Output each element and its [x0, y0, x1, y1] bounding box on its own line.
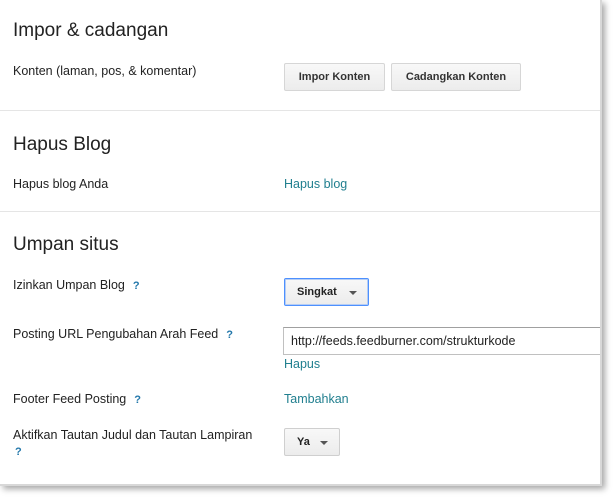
import-content-button[interactable]: Impor Konten — [284, 63, 385, 91]
help-icon[interactable]: ? — [226, 329, 233, 341]
title-links-dropdown[interactable]: Ya — [284, 428, 340, 456]
section-title-import-backup: Impor & cadangan — [13, 20, 169, 41]
allow-feed-label: Izinkan Umpan Blog? — [13, 278, 140, 292]
allow-feed-dropdown[interactable]: Singkat — [284, 278, 369, 306]
delete-blog-label: Hapus blog Anda — [13, 177, 109, 191]
help-icon[interactable]: ? — [15, 446, 22, 458]
allow-feed-value: Singkat — [297, 286, 337, 298]
content-label: Konten (laman, pos, & komentar) — [13, 64, 197, 78]
footer-feed-add-link[interactable]: Tambahkan — [284, 392, 349, 406]
title-links-label: Aktifkan Tautan Judul dan Tautan Lampira… — [13, 428, 253, 442]
backup-content-button[interactable]: Cadangkan Konten — [391, 63, 521, 91]
redirect-url-label-text: Posting URL Pengubahan Arah Feed — [13, 327, 219, 341]
allow-feed-label-text: Izinkan Umpan Blog — [13, 278, 125, 292]
redirect-url-delete-link[interactable]: Hapus — [284, 357, 320, 371]
divider — [0, 211, 600, 212]
chevron-down-icon — [320, 441, 328, 445]
footer-feed-label: Footer Feed Posting? — [13, 392, 141, 406]
help-icon[interactable]: ? — [133, 280, 140, 292]
section-title-site-feed: Umpan situs — [13, 234, 119, 255]
footer-feed-label-text: Footer Feed Posting — [13, 392, 127, 406]
help-icon[interactable]: ? — [134, 394, 141, 406]
settings-panel: Impor & cadangan Konten (laman, pos, & k… — [0, 0, 602, 486]
redirect-url-label: Posting URL Pengubahan Arah Feed? — [13, 327, 233, 341]
chevron-down-icon — [349, 291, 357, 295]
divider — [0, 110, 600, 111]
section-title-delete-blog: Hapus Blog — [13, 134, 112, 155]
title-links-value: Ya — [297, 436, 310, 448]
title-links-help: ? — [13, 444, 22, 458]
redirect-url-input[interactable]: http://feeds.feedburner.com/strukturkode — [283, 327, 600, 355]
delete-blog-link[interactable]: Hapus blog — [284, 177, 347, 191]
